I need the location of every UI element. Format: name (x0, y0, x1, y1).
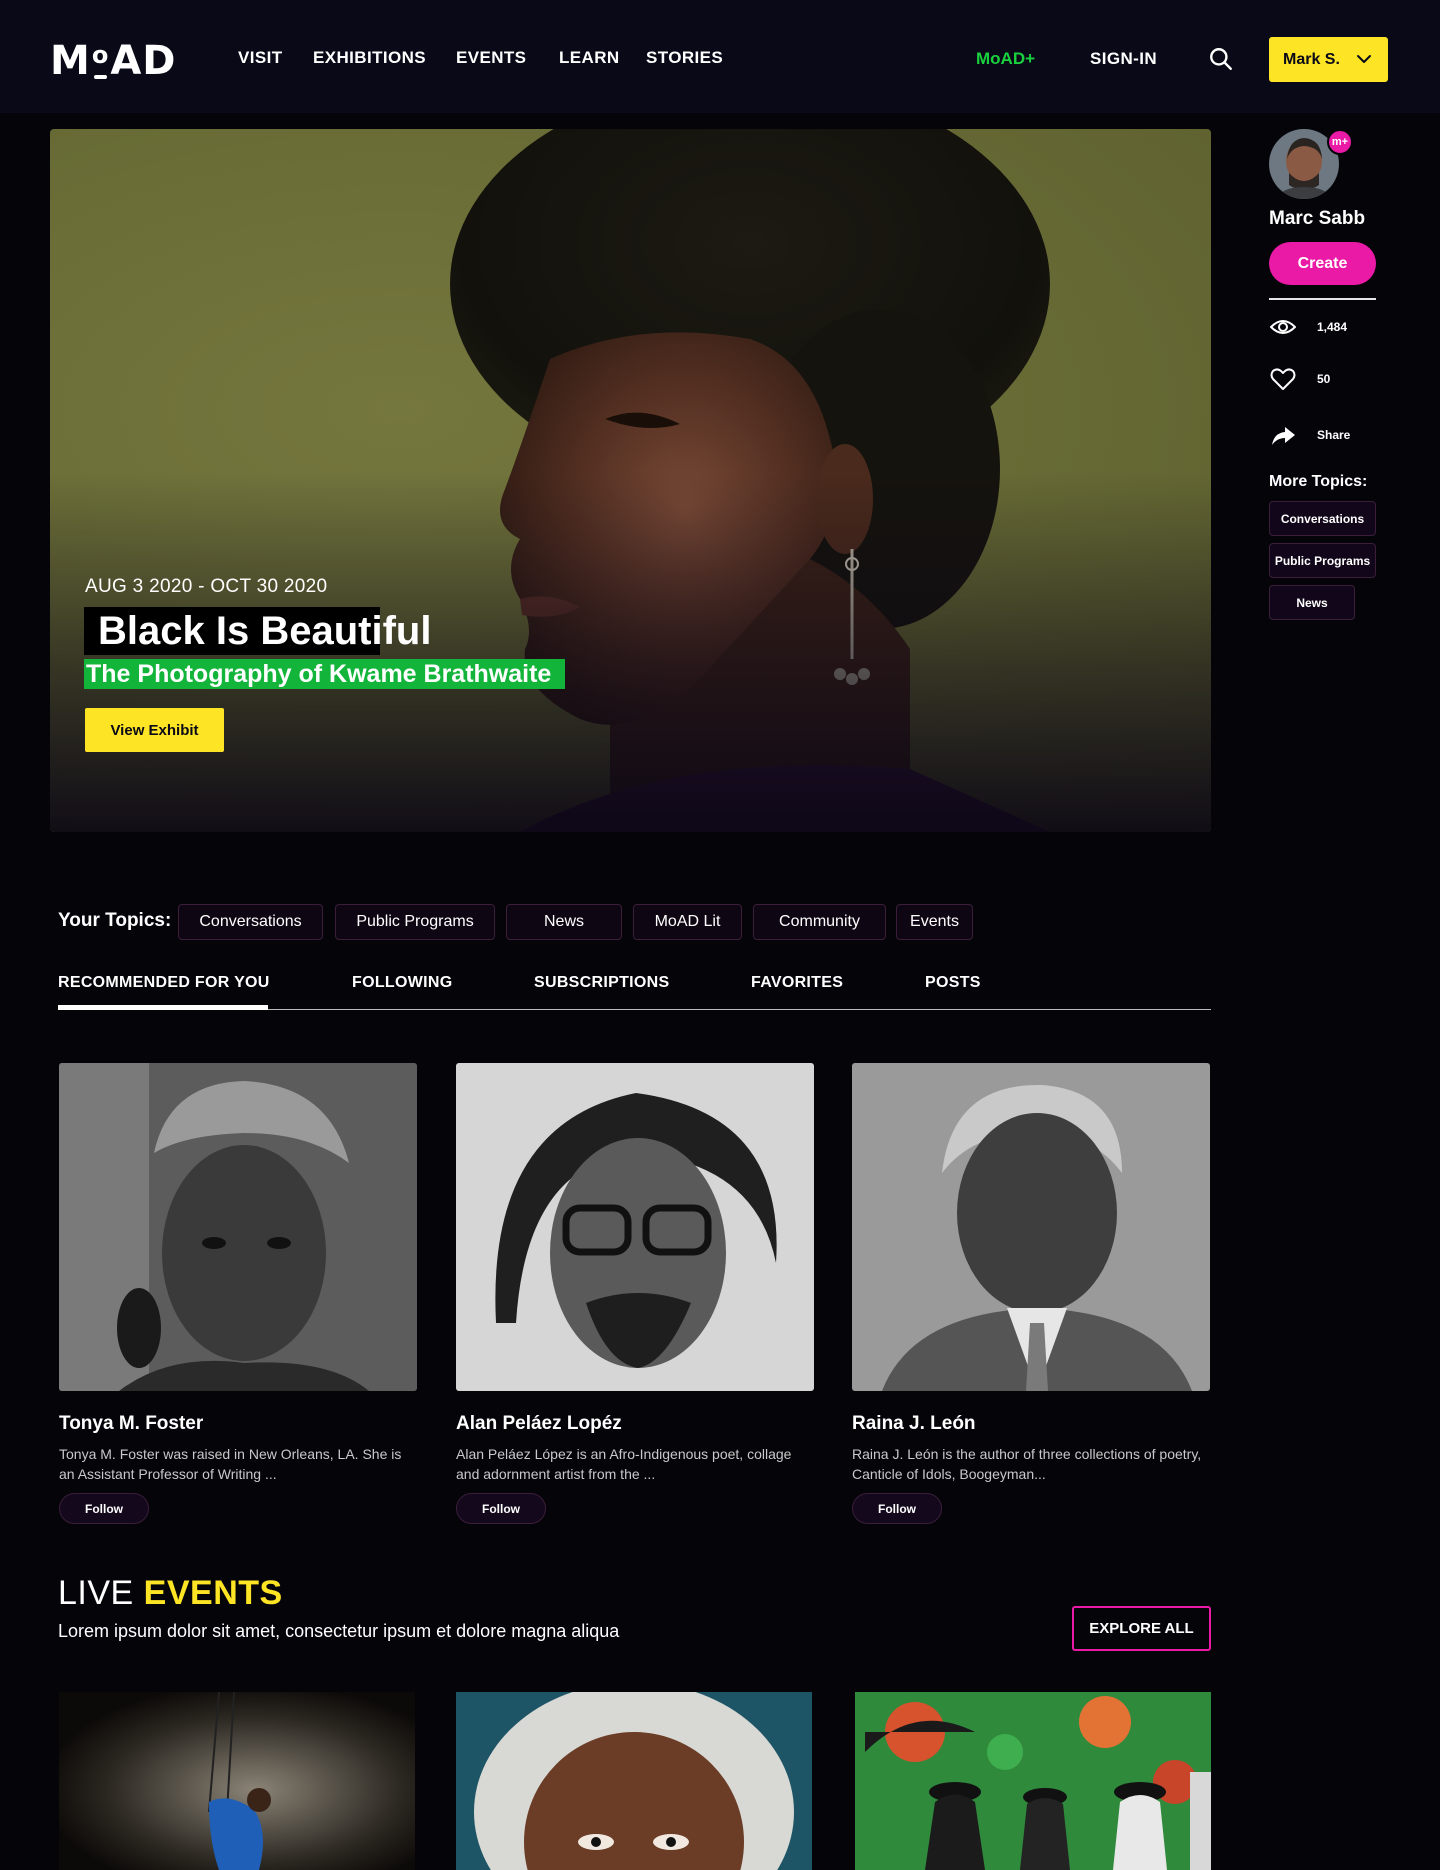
topic-chip-conversations[interactable]: Conversations (178, 904, 323, 940)
hero-banner: AUG 3 2020 - OCT 30 2020 Black Is Beauti… (50, 129, 1211, 832)
more-topic-chip-conversations[interactable]: Conversations (1269, 501, 1376, 536)
nav-exhibitions[interactable]: EXHIBITIONS (313, 48, 426, 68)
more-topic-chip-news[interactable]: News (1269, 585, 1355, 620)
live-events-heading-bold: EVENTS (143, 1574, 283, 1612)
tab-recommended-for-you[interactable]: RECOMMENDED FOR YOU (58, 974, 270, 992)
tab-posts[interactable]: POSTS (925, 974, 981, 992)
view-exhibit-button[interactable]: View Exhibit (85, 708, 224, 752)
person-bio-raina-leon: Raina J. León is the author of three col… (852, 1446, 1202, 1482)
topic-chip-moad-lit[interactable]: MoAD Lit (633, 904, 742, 940)
share-arrow-icon[interactable] (1269, 421, 1297, 449)
person-photo-tonya-foster[interactable] (59, 1063, 417, 1391)
event-image-portrait-illustration[interactable] (456, 1692, 812, 1870)
moad-plus-badge: m+ (1327, 129, 1353, 155)
user-menu-button[interactable]: Mark S. (1269, 37, 1388, 82)
event-image-aerial-performer[interactable] (59, 1692, 415, 1870)
moad-logo[interactable]: Mo AD (50, 41, 176, 81)
tab-following[interactable]: FOLLOWING (352, 974, 452, 992)
likes-count: 50 (1317, 372, 1331, 386)
sign-in-link[interactable]: SIGN-IN (1090, 49, 1157, 69)
live-events-heading-light: LIVE (58, 1574, 144, 1612)
logo-letters-ad: AD (110, 38, 177, 84)
your-topics-label: Your Topics: (58, 910, 172, 931)
nav-stories[interactable]: STORIES (646, 48, 723, 68)
eye-icon (1270, 320, 1296, 334)
nav-learn[interactable]: LEARN (559, 48, 620, 68)
profile-name: Marc Sabb (1269, 208, 1366, 229)
topic-chip-events[interactable]: Events (896, 904, 973, 940)
follow-button-raina-leon[interactable]: Follow (852, 1493, 942, 1524)
topic-chip-public-programs[interactable]: Public Programs (335, 904, 495, 940)
exhibit-subtitle: The Photography of Kwame Brathwaite (84, 659, 566, 689)
person-name-tonya-foster[interactable]: Tonya M. Foster (59, 1413, 203, 1435)
topic-chip-community[interactable]: Community (753, 904, 886, 940)
share-action[interactable]: Share (1269, 421, 1350, 449)
user-menu-label: Mark S. (1283, 50, 1340, 68)
follow-button-alan-pelaez-lopez[interactable]: Follow (456, 1493, 546, 1524)
logo-letter-m: M (50, 38, 91, 84)
active-tab-indicator (58, 1005, 268, 1010)
more-topics-heading: More Topics: (1269, 473, 1368, 490)
person-photo-raina-leon[interactable] (852, 1063, 1210, 1391)
logo-letter-o: o (91, 41, 110, 79)
person-bio-tonya-foster: Tonya M. Foster was raised in New Orlean… (59, 1446, 402, 1482)
heart-icon[interactable] (1269, 365, 1297, 393)
event-image-painting-figures[interactable] (855, 1692, 1211, 1870)
create-button[interactable]: Create (1269, 242, 1376, 285)
views-stat: 1,484 (1269, 313, 1347, 341)
moad-plus-link[interactable]: MoAD+ (976, 49, 1035, 69)
explore-all-button[interactable]: EXPLORE ALL (1072, 1606, 1211, 1651)
more-topic-chip-public-programs[interactable]: Public Programs (1269, 543, 1376, 578)
tab-subscriptions[interactable]: SUBSCRIPTIONS (534, 974, 669, 992)
person-bio-alan-pelaez-lopez: Alan Peláez López is an Afro-Indigenous … (456, 1446, 792, 1482)
top-navigation-bar: Mo AD VISIT EXHIBITIONS EVENTS LEARN STOR… (0, 0, 1440, 113)
likes-stat[interactable]: 50 (1269, 365, 1330, 393)
exhibit-date-range: AUG 3 2020 - OCT 30 2020 (85, 576, 328, 597)
topic-chip-news[interactable]: News (506, 904, 622, 940)
tab-favorites[interactable]: FAVORITES (751, 974, 843, 992)
person-name-raina-leon[interactable]: Raina J. León (852, 1413, 976, 1435)
nav-events[interactable]: EVENTS (456, 48, 526, 68)
chevron-down-icon (1357, 55, 1371, 63)
live-events-heading: LIVE EVENTS (58, 1574, 283, 1613)
exhibit-title: Black Is Beautiful (84, 607, 446, 655)
nav-visit[interactable]: VISIT (238, 48, 283, 68)
follow-button-tonya-foster[interactable]: Follow (59, 1493, 149, 1524)
share-label: Share (1317, 428, 1351, 442)
live-events-subtitle: Lorem ipsum dolor sit amet, consectetur … (58, 1621, 620, 1641)
sidebar-divider (1269, 298, 1376, 300)
views-count: 1,484 (1317, 320, 1348, 334)
person-photo-alan-pelaez-lopez[interactable] (456, 1063, 814, 1391)
search-icon[interactable] (1208, 46, 1234, 72)
person-name-alan-pelaez-lopez[interactable]: Alan Peláez Lopéz (456, 1413, 622, 1435)
